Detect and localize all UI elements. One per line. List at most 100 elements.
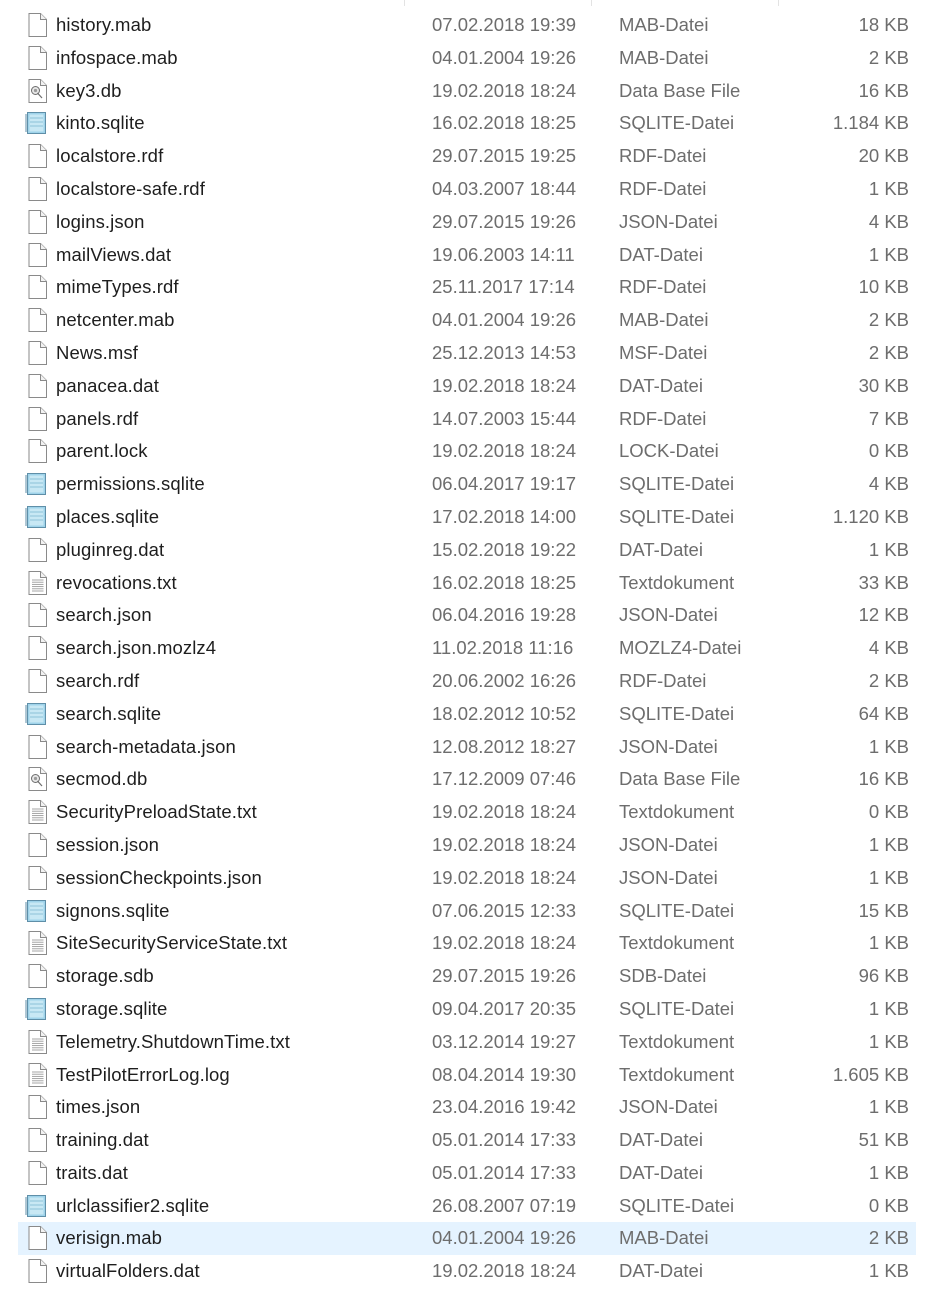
- file-type: DAT-Datei: [619, 374, 703, 396]
- file-size: 4 KB: [868, 473, 909, 495]
- text-file-icon: [28, 1029, 47, 1054]
- file-row[interactable]: News.msf 25.12.2013 14:53 MSF-Datei 2 KB: [18, 337, 916, 370]
- file-size: 30 KB: [858, 374, 909, 396]
- file-size: 2 KB: [868, 669, 909, 691]
- file-icon: [28, 1095, 47, 1120]
- file-row[interactable]: logins.json 29.07.2015 19:26 JSON-Datei 4 K…: [18, 206, 916, 239]
- file-row[interactable]: localstore.rdf 29.07.2015 19:25 RDF-Datei 2…: [18, 140, 916, 173]
- file-row[interactable]: SiteSecurityServiceState.txt 19.02.2018 1…: [18, 927, 916, 960]
- file-row[interactable]: storage.sqlite 09.04.2017 20:35 SQLITE-Dat…: [18, 993, 916, 1026]
- file-size: 1.605 KB: [832, 1063, 909, 1085]
- file-row[interactable]: localstore-safe.rdf 04.03.2007 18:44 RDF-D…: [18, 173, 916, 206]
- file-name: times.json: [56, 1096, 141, 1118]
- file-row[interactable]: times.json 23.04.2016 19:42 JSON-Datei 1 KB: [18, 1091, 916, 1124]
- file-row[interactable]: session.json 19.02.2018 18:24 JSON-Datei 1 …: [18, 829, 916, 862]
- file-size: 0 KB: [868, 440, 909, 462]
- file-size: 20 KB: [858, 145, 909, 167]
- file-type: RDF-Datei: [619, 145, 707, 167]
- text-file-icon: [28, 1062, 47, 1087]
- file-row[interactable]: sessionCheckpoints.json 19.02.2018 18:24 J…: [18, 862, 916, 895]
- file-type: RDF-Datei: [619, 276, 707, 298]
- file-name: history.mab: [56, 14, 152, 35]
- file-row[interactable]: search.rdf 20.06.2002 16:26 RDF-Datei 2 KB: [18, 665, 916, 698]
- file-name: infospace.mab: [56, 46, 178, 68]
- column-separator[interactable]: [778, 0, 779, 6]
- file-row[interactable]: revocations.txt 16.02.2018 18:25 Textdokum…: [18, 567, 916, 600]
- file-row[interactable]: secmod.db 17.12.2009 07:46 Data Base File 1…: [18, 763, 916, 796]
- file-date-modified: 29.07.2015 19:25: [432, 145, 577, 167]
- file-type: MAB-Datei: [619, 1227, 709, 1249]
- file-date-modified: 09.04.2017 20:35: [432, 997, 577, 1019]
- file-row[interactable]: traits.dat 05.01.2014 17:33 DAT-Datei 1 KB: [18, 1157, 916, 1190]
- file-row[interactable]: mailViews.dat 19.06.2003 14:11 DAT-Datei 1 …: [18, 239, 916, 272]
- column-separator[interactable]: [591, 0, 592, 6]
- sqlite-file-icon: [25, 702, 47, 726]
- file-row[interactable]: panacea.dat 19.02.2018 18:24 DAT-Datei 30 K…: [18, 370, 916, 403]
- file-icon: [28, 13, 47, 37]
- file-row[interactable]: netcenter.mab 04.01.2004 19:26 MAB-Datei 2 …: [18, 304, 916, 337]
- file-type: MAB-Datei: [619, 14, 709, 35]
- file-type: DAT-Datei: [619, 538, 703, 560]
- file-row[interactable]: virtualFolders.dat 19.02.2018 18:24 DAT-Da…: [18, 1255, 916, 1288]
- file-date-modified: 12.08.2012 18:27: [432, 735, 577, 757]
- file-name: search-metadata.json: [56, 735, 236, 757]
- file-row[interactable]: parent.lock 19.02.2018 18:24 LOCK-Datei 0 K…: [18, 435, 916, 468]
- file-type: MSF-Datei: [619, 341, 708, 363]
- file-date-modified: 06.04.2016 19:28: [432, 604, 577, 626]
- file-row[interactable]: Telemetry.ShutdownTime.txt 03.12.2014 19:…: [18, 1026, 916, 1059]
- file-row[interactable]: permissions.sqlite 06.04.2017 19:17 SQLITE…: [18, 468, 916, 501]
- file-icon: [28, 865, 47, 890]
- file-row[interactable]: storage.sdb 29.07.2015 19:26 SDB-Datei 96 K…: [18, 960, 916, 993]
- file-size: 1.120 KB: [832, 505, 909, 527]
- column-separator[interactable]: [404, 0, 405, 6]
- file-name: netcenter.mab: [56, 309, 175, 331]
- file-row[interactable]: urlclassifier2.sqlite 26.08.2007 07:19 SQL…: [18, 1190, 916, 1223]
- file-type: Textdokument: [619, 571, 735, 593]
- file-row[interactable]: history.mab 07.02.2018 19:39 MAB-Datei 18 K…: [18, 9, 916, 42]
- file-row[interactable]: search.json.mozlz4 11.02.2018 11:16 MOZLZ4…: [18, 632, 916, 665]
- file-type: RDF-Datei: [619, 407, 707, 429]
- file-size: 1 KB: [868, 1096, 909, 1118]
- file-row[interactable]: pluginreg.dat 15.02.2018 19:22 DAT-Datei 1 …: [18, 534, 916, 567]
- file-row[interactable]: panels.rdf 14.07.2003 15:44 RDF-Datei 7 KB: [18, 403, 916, 436]
- file-type: SQLITE-Datei: [619, 899, 735, 921]
- file-row[interactable]: search.json 06.04.2016 19:28 JSON-Datei 12 …: [18, 599, 916, 632]
- file-row[interactable]: verisign.mab 04.01.2004 19:26 MAB-Datei 2 K…: [18, 1222, 916, 1256]
- file-name: secmod.db: [56, 768, 148, 790]
- file-type: DAT-Datei: [619, 1260, 703, 1282]
- file-size: 2 KB: [868, 341, 909, 363]
- file-name: places.sqlite: [56, 505, 160, 527]
- text-file-icon: [28, 570, 47, 595]
- file-row[interactable]: places.sqlite 17.02.2018 14:00 SQLITE-Date…: [18, 501, 916, 534]
- file-date-modified: 05.01.2014 17:33: [432, 1129, 577, 1151]
- file-date-modified: 19.02.2018 18:24: [432, 866, 577, 888]
- file-row[interactable]: signons.sqlite 07.06.2015 12:33 SQLITE-Dat…: [18, 895, 916, 928]
- file-row[interactable]: search.sqlite 18.02.2012 10:52 SQLITE-Date…: [18, 698, 916, 731]
- file-name: panels.rdf: [56, 407, 139, 429]
- file-icon: [28, 1160, 47, 1185]
- file-size: 1 KB: [868, 833, 909, 855]
- file-row[interactable]: SecurityPreloadState.txt 19.02.2018 18:24…: [18, 796, 916, 829]
- file-size: 1 KB: [868, 538, 909, 560]
- sqlite-file-icon: [25, 111, 47, 135]
- file-date-modified: 07.02.2018 19:39: [432, 14, 577, 35]
- file-row[interactable]: infospace.mab 04.01.2004 19:26 MAB-Datei 2 …: [18, 42, 916, 75]
- file-icon: [28, 242, 47, 267]
- file-row[interactable]: TestPilotErrorLog.log 08.04.2014 19:30 Tex…: [18, 1059, 916, 1092]
- file-row[interactable]: key3.db 19.02.2018 18:24 Data Base File 16 …: [18, 75, 916, 108]
- file-name: mailViews.dat: [56, 243, 172, 265]
- file-icon: [28, 668, 47, 693]
- file-type: DAT-Datei: [619, 1129, 703, 1151]
- file-date-modified: 19.02.2018 18:24: [432, 374, 577, 396]
- file-size: 0 KB: [868, 1194, 909, 1216]
- file-row[interactable]: mimeTypes.rdf 25.11.2017 17:14 RDF-Datei 10…: [18, 271, 916, 304]
- file-type: RDF-Datei: [619, 177, 707, 199]
- file-row[interactable]: search-metadata.json 12.08.2012 18:27 JSON…: [18, 731, 916, 764]
- file-date-modified: 19.02.2018 18:24: [432, 79, 577, 101]
- file-row[interactable]: kinto.sqlite 16.02.2018 18:25 SQLITE-Datei…: [18, 107, 916, 140]
- file-icon: [28, 1226, 47, 1251]
- file-icon: [28, 734, 47, 759]
- file-row[interactable]: training.dat 05.01.2014 17:33 DAT-Datei 51 …: [18, 1124, 916, 1157]
- file-name: storage.sqlite: [56, 997, 168, 1019]
- file-name: training.dat: [56, 1129, 149, 1151]
